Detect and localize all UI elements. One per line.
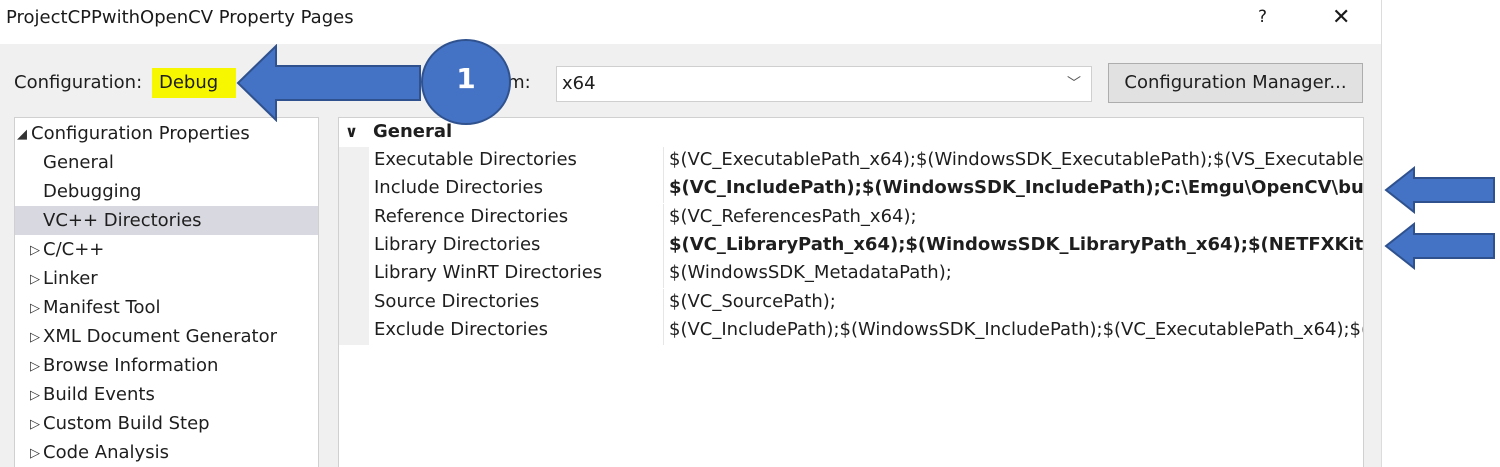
column-divider — [663, 231, 664, 260]
tree-item-label: Code Analysis — [43, 442, 169, 463]
property-value[interactable]: $(VC_ReferencesPath_x64); — [669, 206, 1363, 227]
property-row[interactable]: Exclude Directories $(VC_IncludePath);$(W… — [369, 316, 1363, 345]
property-row[interactable]: Source Directories $(VC_SourcePath); — [369, 288, 1363, 317]
collapsed-triangle-icon[interactable]: ▷ — [30, 439, 40, 467]
property-row[interactable]: Library WinRT Directories $(WindowsSDK_Me… — [369, 260, 1363, 289]
column-divider — [663, 175, 664, 204]
collapsed-triangle-icon[interactable]: ▷ — [30, 410, 40, 439]
property-row[interactable]: Reference Directories $(VC_ReferencesPath… — [369, 203, 1363, 232]
step-number: 1 — [456, 62, 476, 95]
configuration-select[interactable]: Debug — [152, 68, 236, 98]
expanded-triangle-icon[interactable]: ◢ — [17, 120, 27, 149]
tree-item[interactable]: ▷ Custom Build Step — [15, 409, 318, 438]
platform-value: x64 — [562, 73, 596, 94]
tree-item-label: VC++ Directories — [43, 210, 202, 231]
property-value[interactable]: $(VC_IncludePath);$(WindowsSDK_IncludePa… — [669, 177, 1363, 198]
property-value[interactable]: $(VC_IncludePath);$(WindowsSDK_IncludePa… — [669, 319, 1363, 340]
tree-item[interactable]: ▷ Linker — [15, 264, 318, 293]
property-tree: ◢ Configuration Properties General Debuggin… — [14, 117, 319, 467]
property-name: Reference Directories — [374, 205, 569, 227]
annotation-arrow-icon — [1384, 166, 1495, 214]
tree-item[interactable]: Debugging — [15, 177, 318, 206]
collapsed-triangle-icon[interactable]: ▷ — [30, 236, 40, 265]
tree-item-label: Manifest Tool — [43, 297, 161, 318]
collapsed-triangle-icon[interactable]: ▷ — [30, 265, 40, 294]
tree-item[interactable]: ▷ Browse Information — [15, 351, 318, 380]
column-divider — [663, 203, 664, 232]
annotation-arrow-icon — [236, 44, 421, 122]
property-name: Source Directories — [374, 290, 540, 312]
annotation-arrow-icon — [1384, 222, 1495, 270]
property-value[interactable]: $(VC_SourcePath); — [669, 291, 1363, 312]
property-name: Library WinRT Directories — [374, 262, 603, 284]
platform-select[interactable]: x64 ﹀ — [556, 66, 1092, 102]
tree-item-label: Browse Information — [43, 355, 219, 376]
tree-item[interactable]: ▷ Code Analysis — [15, 438, 318, 467]
property-name: Include Directories — [374, 177, 544, 199]
tree-item-label: Debugging — [43, 181, 142, 202]
tree-item-label: Custom Build Step — [43, 413, 210, 434]
chevron-down-icon: ﹀ — [1067, 76, 1081, 92]
property-value[interactable]: $(VC_ExecutablePath_x64);$(WindowsSDK_Ex… — [669, 149, 1363, 170]
property-value[interactable]: $(WindowsSDK_MetadataPath); — [669, 262, 1363, 283]
collapsed-triangle-icon[interactable]: ▷ — [30, 381, 40, 410]
property-name: Exclude Directories — [374, 318, 548, 340]
tree-item[interactable]: ▷ C/C++ — [15, 235, 318, 264]
property-row[interactable]: Library Directories $(VC_LibraryPath_x64)… — [369, 231, 1363, 260]
property-row[interactable]: Executable Directories $(VC_ExecutablePat… — [369, 147, 1363, 175]
tree-item[interactable]: VC++ Directories — [15, 206, 318, 235]
chevron-down-icon[interactable]: ∨ — [345, 122, 358, 141]
grid-left-margin — [339, 147, 369, 345]
tree-item[interactable]: ▷ XML Document Generator — [15, 322, 318, 351]
property-grid: ∨ General Executable Directories $(VC_Exe… — [338, 117, 1364, 467]
tree-item-label: C/C++ — [43, 239, 105, 260]
property-name: Executable Directories — [374, 149, 577, 170]
property-value[interactable]: $(VC_LibraryPath_x64);$(WindowsSDK_Libra… — [669, 234, 1363, 255]
collapsed-triangle-icon[interactable]: ▷ — [30, 352, 40, 381]
column-divider — [663, 316, 664, 345]
column-divider — [663, 288, 664, 317]
help-button[interactable]: ? — [1258, 7, 1267, 27]
tree-item-label: Configuration Properties — [31, 123, 250, 144]
tree-item[interactable]: ◢ Configuration Properties — [15, 119, 318, 148]
title-bar: ProjectCPPwithOpenCV Property Pages ? ✕ — [0, 0, 1381, 44]
close-button[interactable]: ✕ — [1332, 5, 1350, 30]
tree-item[interactable]: ▷ Manifest Tool — [15, 293, 318, 322]
column-divider — [663, 147, 664, 175]
tree-item[interactable]: General — [15, 148, 318, 177]
column-divider — [663, 260, 664, 289]
collapsed-triangle-icon[interactable]: ▷ — [30, 323, 40, 352]
configuration-manager-button[interactable]: Configuration Manager... — [1108, 63, 1363, 103]
window-title: ProjectCPPwithOpenCV Property Pages — [6, 7, 354, 28]
tree-item-label: Build Events — [43, 384, 155, 405]
property-name: Library Directories — [374, 233, 541, 255]
configuration-label: Configuration: — [14, 72, 143, 93]
tree-item-label: Linker — [43, 268, 98, 289]
property-pages-dialog: ProjectCPPwithOpenCV Property Pages ? ✕ … — [0, 0, 1381, 467]
property-row[interactable]: Include Directories $(VC_IncludePath);$(W… — [369, 175, 1363, 204]
collapsed-triangle-icon[interactable]: ▷ — [30, 294, 40, 323]
tree-item-label: General — [43, 152, 114, 173]
tree-item-label: XML Document Generator — [43, 326, 277, 347]
tree-item[interactable]: ▷ Build Events — [15, 380, 318, 409]
